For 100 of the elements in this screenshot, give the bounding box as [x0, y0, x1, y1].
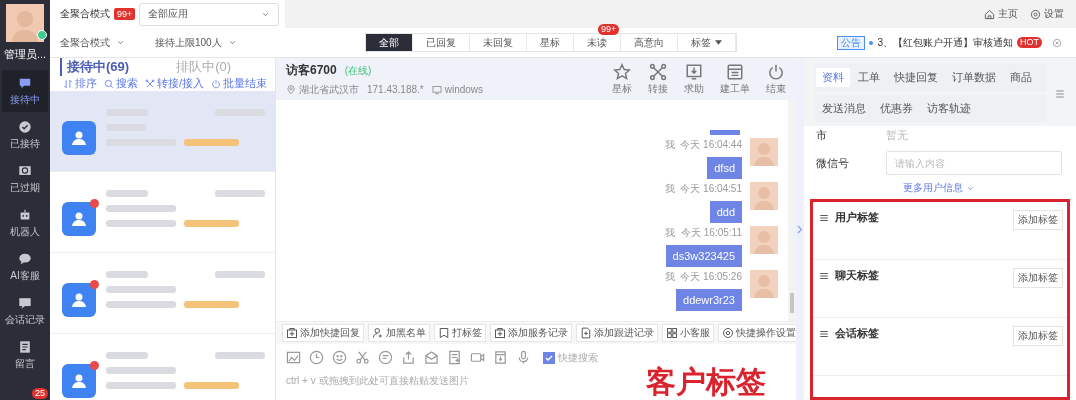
filter-tab[interactable]: 全部	[366, 34, 414, 51]
sidebar-item[interactable]: 留言	[2, 334, 48, 376]
visitor-location: 湖北省武汉市	[286, 82, 359, 97]
detail-tab[interactable]: 订单数据	[946, 68, 1002, 87]
field-label: 市	[816, 128, 828, 143]
list-action[interactable]: 搜索	[103, 76, 138, 91]
sidebar-item[interactable]: 已接待	[2, 114, 48, 156]
detail-tab[interactable]: 访客轨迹	[921, 99, 977, 118]
chat-action[interactable]: 求助	[684, 62, 704, 96]
list-action[interactable]: 排序	[63, 76, 97, 91]
scrollbar[interactable]	[788, 100, 796, 321]
checkbox[interactable]	[543, 351, 555, 364]
redacted-text	[106, 286, 176, 293]
annotation-text: 客户标签	[646, 364, 766, 400]
sidebar-item[interactable]: AI客服	[2, 246, 48, 288]
list-tab[interactable]: 接待中(69)	[60, 58, 130, 76]
add-tag-button[interactable]: 添加标签	[1013, 210, 1063, 230]
chat-action[interactable]: 建工单	[720, 62, 750, 96]
chat-action[interactable]: 转接	[648, 62, 668, 96]
quick-button[interactable]: 添加跟进记录	[576, 324, 658, 342]
input-field[interactable]: 请输入内容	[886, 151, 1062, 175]
quick-button[interactable]: 加黑名单	[368, 324, 430, 342]
chevron-down-icon	[227, 38, 237, 47]
sidebar-item[interactable]: 会话记录	[2, 290, 48, 332]
detail-tab[interactable]: 快捷回复	[888, 68, 944, 87]
speech-bubble-icon	[18, 251, 32, 266]
message-log-icon	[18, 295, 32, 310]
tag-group-title: 用户标签	[835, 210, 879, 225]
transfer-icon	[144, 78, 155, 89]
message-bubble: dfsd	[707, 157, 742, 179]
chevron-down-icon	[116, 38, 125, 47]
visitor-name: 访客6700	[286, 61, 337, 79]
list-action[interactable]: 批量结束	[210, 76, 267, 91]
quick-button[interactable]: 小客服	[662, 324, 714, 342]
drag-handle-icon	[819, 270, 829, 281]
sort-icon	[63, 78, 73, 89]
add-tag-button[interactable]: 添加标签	[1013, 268, 1063, 288]
tag-group-title: 聊天标签	[835, 268, 879, 283]
detail-tab[interactable]: 优惠券	[874, 99, 919, 118]
field-label: 微信号	[816, 155, 850, 171]
sidebar-item[interactable]: 机器人	[2, 202, 48, 244]
video-icon	[470, 350, 485, 365]
redacted-text	[184, 301, 239, 308]
emoji-icon	[332, 350, 347, 365]
detail-tab[interactable]: 工单	[852, 68, 886, 87]
user-icon	[70, 129, 88, 147]
add-tag-button[interactable]: 添加标签	[1013, 326, 1063, 346]
sidebar-item[interactable]: 接待中	[2, 70, 48, 112]
quick-button[interactable]: 添加快捷回复	[282, 324, 364, 342]
avatar	[750, 182, 778, 210]
redacted-text	[215, 352, 265, 359]
bullet-icon	[869, 40, 874, 45]
avatar	[750, 226, 778, 254]
message-meta: 我 今天 16:04:51	[664, 182, 742, 196]
user-icon	[70, 372, 88, 390]
hot-badge: HOT	[1017, 37, 1042, 48]
scissors-icon	[355, 350, 370, 365]
app-select[interactable]: 全部应用	[139, 2, 279, 26]
redacted-text	[106, 352, 148, 359]
detail-tab[interactable]: 发送消息	[816, 99, 872, 118]
quick-button[interactable]: 添加服务记录	[490, 324, 572, 342]
notice-text[interactable]: 3、【红包账户开通】审核通知	[877, 35, 1013, 50]
check-circle-icon	[18, 119, 32, 134]
detail-tab[interactable]: 商品	[1004, 68, 1038, 87]
transfer-icon	[649, 62, 667, 81]
message-bubble: ddd	[709, 201, 742, 223]
avatar	[750, 270, 778, 298]
image-icon	[286, 350, 301, 365]
redacted-text	[106, 301, 176, 308]
conversation-item[interactable]	[50, 91, 275, 172]
chat-action[interactable]: 结束	[766, 62, 786, 96]
notice-tag: 公告	[837, 35, 866, 50]
drag-handle-icon	[819, 328, 829, 339]
detail-tab[interactable]: 资料	[816, 68, 850, 87]
redacted-text	[106, 271, 148, 278]
mode-dropdown[interactable]: 全聚合模式	[60, 35, 125, 50]
limit-dropdown[interactable]: 接待上限100人	[155, 35, 237, 50]
quick-button[interactable]: 打标签	[434, 324, 486, 342]
message-meta: 我 今天 16:05:26	[664, 270, 742, 284]
user-icon	[70, 210, 88, 228]
settings-link[interactable]: 设置	[1030, 7, 1064, 21]
user-icon	[70, 291, 88, 309]
clock-screen-icon	[18, 163, 32, 178]
more-info-link[interactable]: 更多用户信息	[903, 181, 975, 195]
message-bubble	[710, 130, 740, 135]
redacted-text	[215, 271, 265, 278]
sidebar-item[interactable]: 已过期	[2, 158, 48, 200]
home-link[interactable]: 主页	[984, 7, 1018, 21]
redacted-text	[106, 190, 148, 197]
count-badge: 99+	[114, 8, 136, 20]
list-action[interactable]: 转接/接入	[144, 76, 204, 91]
bookmark-icon	[438, 327, 450, 339]
menu-icon	[1054, 88, 1066, 100]
tag-group-title: 会话标签	[835, 326, 879, 341]
message-bubble: ds3w323425	[665, 245, 742, 267]
collapse-handle[interactable]	[796, 58, 804, 400]
visitor-os: windows	[431, 84, 484, 95]
chat-action[interactable]: 星标	[612, 62, 632, 96]
grid-icon	[666, 327, 678, 339]
message-meta: 我 今天 16:05:11	[665, 226, 742, 240]
